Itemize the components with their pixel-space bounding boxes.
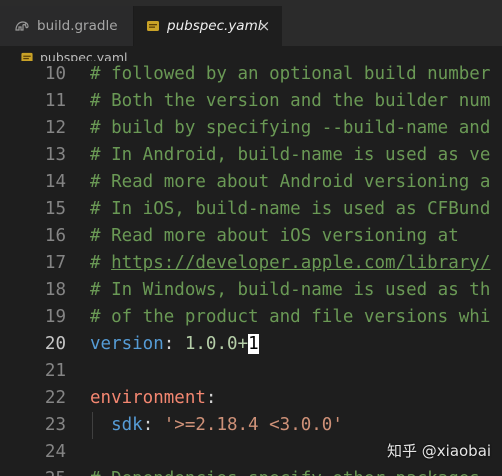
comment-prefix: # [90, 253, 112, 273]
code-line[interactable]: # Both the version and the builder num [90, 88, 490, 115]
line-number: 22 [44, 388, 66, 408]
comment-text: # Both the version and the builder num [90, 91, 491, 111]
code-line[interactable]: # https://developer.apple.com/library/ [90, 250, 490, 277]
line-number: 13 [44, 145, 66, 165]
tab-label: pubspec.yaml [167, 18, 262, 34]
gradle-icon [14, 19, 30, 33]
yaml-value: '>=2.18.4 <3.0.0' [153, 415, 343, 435]
tab-pubspec-yaml[interactable]: pubspec.yaml × [134, 6, 282, 46]
line-number: 14 [44, 172, 66, 192]
comment-text: # Read more about iOS versioning at [90, 226, 459, 246]
line-number: 17 [44, 253, 66, 273]
line-number: 20 [44, 334, 66, 354]
line-number: 25 [0, 466, 66, 476]
line-number: 10 [44, 64, 66, 84]
tab-build-gradle[interactable]: build.gradle [0, 6, 134, 46]
yaml-colon: : [163, 334, 175, 354]
yaml-key: sdk [111, 415, 143, 435]
yaml-file-icon [146, 19, 160, 33]
code-line[interactable]: # In Android, build-name is used as ve [90, 142, 490, 169]
code-line[interactable]: # of the product and file versions whi [90, 304, 490, 331]
line-number: 19 [44, 307, 66, 327]
code-area[interactable]: # followed by an optional build number # … [90, 61, 502, 476]
code-line[interactable]: # In iOS, build-name is used as CFBund [90, 196, 490, 223]
comment-text: # In Android, build-name is used as ve [90, 145, 491, 165]
line-number: 24 [44, 442, 66, 462]
code-line[interactable]: # Read more about iOS versioning at [90, 223, 459, 250]
line-number: 21 [44, 361, 66, 381]
comment-text: # build by specifying --build-name and [90, 118, 491, 138]
code-editor[interactable]: 10 11 12 13 14 15 16 17 18 19 20 21 22 23 24 25 # follo… [0, 61, 502, 476]
vscode-window: build.gradle pubspec.yaml × pubspec.yaml [0, 0, 502, 476]
yaml-key: version [90, 334, 164, 354]
yaml-colon: : [205, 388, 217, 408]
line-number-gutter: 10 11 12 13 14 15 16 17 18 19 20 21 22 23 24 25 [0, 61, 66, 476]
text-cursor: 1 [248, 334, 259, 354]
code-line[interactable]: environment: [90, 385, 216, 412]
tab-label: build.gradle [37, 18, 118, 34]
code-line[interactable]: # In Windows, build-name is used as th [90, 277, 490, 304]
code-line[interactable]: # build by specifying --build-name and [90, 115, 490, 142]
code-line[interactable]: sdk: '>=2.18.4 <3.0.0' [90, 412, 343, 439]
yaml-value: 1.0.0+ [174, 334, 249, 354]
code-line[interactable]: # Dependencies specify other packages [90, 466, 480, 476]
comment-text: # followed by an optional build number [90, 64, 491, 84]
line-number: 16 [44, 226, 66, 246]
comment-text: # In Windows, build-name is used as th [90, 280, 491, 300]
comment-text: # In iOS, build-name is used as CFBund [90, 199, 491, 219]
line-number: 15 [44, 199, 66, 219]
comment-text: # Read more about Android versioning a [90, 172, 491, 192]
close-tab-icon[interactable]: × [256, 17, 272, 35]
line-number: 12 [44, 118, 66, 138]
comment-text: # Dependencies specify other packages [90, 469, 480, 476]
indent-guide [92, 412, 93, 439]
code-line[interactable]: version: 1.0.0+1 [90, 331, 259, 358]
tab-bar: build.gradle pubspec.yaml × [0, 6, 502, 47]
line-number: 23 [44, 415, 66, 435]
yaml-key: environment [90, 388, 206, 408]
code-line[interactable]: # Read more about Android versioning a [90, 169, 490, 196]
comment-link: https://developer.apple.com/library/ [111, 253, 491, 273]
line-number: 11 [44, 91, 66, 111]
yaml-colon: : [142, 415, 154, 435]
line-number: 18 [44, 280, 66, 300]
watermark: 知乎 @xiaobai [387, 442, 492, 460]
comment-text: # of the product and file versions whi [90, 307, 491, 327]
code-line[interactable]: # followed by an optional build number [90, 61, 490, 88]
